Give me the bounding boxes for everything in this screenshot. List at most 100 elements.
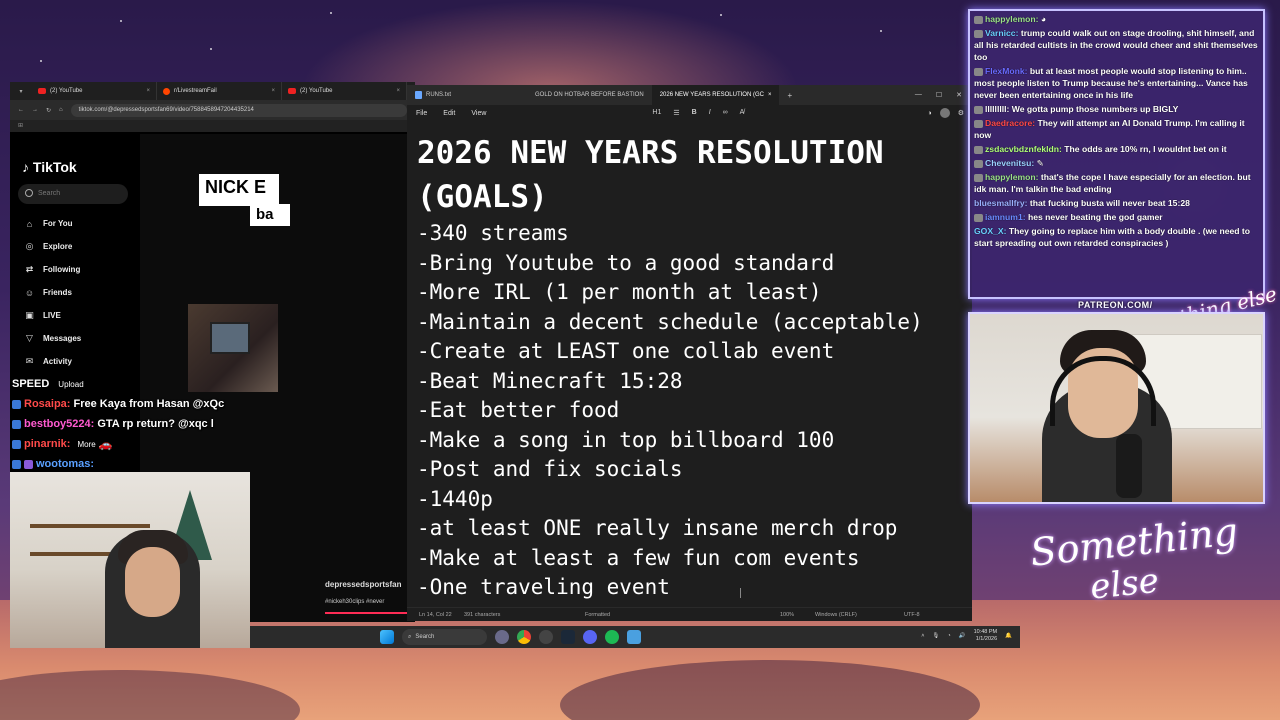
format-status: Formatted xyxy=(585,611,611,618)
back-icon[interactable]: ← xyxy=(18,107,24,113)
reload-icon[interactable]: ↻ xyxy=(46,107,51,114)
notepad-tab[interactable]: GOLD ON HOTBAR BEFORE BASTION xyxy=(527,85,652,105)
notepad-tab-active[interactable]: 2026 NEW YEARS RESOLUTION (GC × xyxy=(651,85,780,105)
browser-tab[interactable]: (2) YouTube × xyxy=(32,82,157,100)
header-text: SPEED xyxy=(12,378,50,390)
apps-icon[interactable]: ⊞ xyxy=(18,123,23,129)
star xyxy=(880,30,882,32)
settings-icon[interactable]: ⚙ xyxy=(958,109,964,117)
encoding[interactable]: UTF-8 xyxy=(904,612,920,618)
window-controls: — ☐ ✕ xyxy=(915,91,972,99)
nav-item-activity[interactable]: ✉ Activity xyxy=(24,350,81,373)
chat-user: lllllllll: xyxy=(985,104,1010,114)
line-ending[interactable]: Windows (CRLF) xyxy=(815,612,857,618)
video-username[interactable]: depressedsportsfan xyxy=(325,580,401,589)
chat-user: Rosaipa: xyxy=(24,398,71,410)
goal-line: -More IRL (1 per month at least) xyxy=(417,280,822,304)
close-icon[interactable]: × xyxy=(768,92,772,98)
messages-icon: ▽ xyxy=(26,333,33,343)
tab-menu-icon[interactable]: ▾ xyxy=(10,88,32,95)
zoom-level[interactable]: 100% xyxy=(780,612,794,618)
new-tab-button[interactable]: + xyxy=(779,91,800,100)
close-icon[interactable]: × xyxy=(396,88,400,94)
tiktok-upload-label[interactable]: Upload xyxy=(58,380,83,389)
italic-icon[interactable]: I xyxy=(709,109,711,117)
nav-item-following[interactable]: ⇄ Following xyxy=(24,258,81,281)
tiktok-more-label[interactable]: More xyxy=(77,440,95,449)
home-icon[interactable]: ⌂ xyxy=(59,107,63,113)
nav-item-for-you[interactable]: ⌂ For You xyxy=(24,212,81,235)
chevron-up-icon[interactable]: ˄ xyxy=(921,633,924,639)
copilot-icon[interactable]: ◑ xyxy=(927,110,931,117)
taskbar-search[interactable]: ⌕ Search xyxy=(402,629,487,645)
file-icon xyxy=(415,91,422,99)
chat-message: bestboy5224: GTA rp return? @xqc l xyxy=(12,414,262,434)
nav-label: LIVE xyxy=(43,311,61,320)
following-icon: ⇄ xyxy=(25,264,34,274)
windows-start-icon[interactable] xyxy=(380,630,394,644)
menu-edit[interactable]: Edit xyxy=(443,110,455,117)
nav-label: For You xyxy=(43,219,73,228)
network-icon[interactable]: ◔ xyxy=(947,633,950,639)
maximize-icon[interactable]: ☐ xyxy=(936,91,942,99)
mic-icon[interactable]: 🎙 xyxy=(932,633,939,639)
widgets-icon[interactable] xyxy=(495,630,509,644)
tab-label: RUNS.txt xyxy=(426,92,452,98)
badge-icon xyxy=(974,173,983,182)
chat-text: hes never beating the god gamer xyxy=(1027,212,1163,222)
badge-icon xyxy=(974,67,983,76)
forward-icon[interactable]: → xyxy=(32,107,38,113)
nav-label: Messages xyxy=(43,334,82,343)
close-icon[interactable]: × xyxy=(271,88,275,94)
clear-format-icon[interactable]: A̸ xyxy=(740,109,745,117)
text-cursor xyxy=(740,588,741,598)
clock[interactable]: 10:48 PM 1/1/2026 xyxy=(974,629,998,643)
chat-text: Free Kaya from Hasan @xQc xyxy=(73,398,225,410)
spotify-icon[interactable] xyxy=(605,630,619,644)
nav-item-messages[interactable]: ▽ Messages xyxy=(24,327,81,350)
browser-tab[interactable]: r/LivestreamFail × xyxy=(157,82,282,100)
notepad-window: RUNS.txt GOLD ON HOTBAR BEFORE BASTION 2… xyxy=(407,85,972,621)
browser-tab[interactable]: (2) YouTube × xyxy=(282,82,407,100)
list-icon[interactable]: ☰ xyxy=(673,109,679,117)
nav-item-explore[interactable]: ◎ Explore xyxy=(24,235,81,258)
volume-icon[interactable]: 🔊 xyxy=(959,633,966,639)
video-caption: NICK E xyxy=(199,174,279,206)
bold-icon[interactable]: B xyxy=(692,109,697,117)
notepad-icon[interactable] xyxy=(627,630,641,644)
chat-user: wootomas: xyxy=(36,458,95,470)
webcam-right xyxy=(968,312,1265,504)
nav-label: Following xyxy=(43,265,81,274)
notification-icon[interactable]: 🔔 xyxy=(1005,633,1012,639)
nav-label: Friends xyxy=(43,288,72,297)
chat-header: SPEED Upload xyxy=(12,374,262,394)
close-icon[interactable]: × xyxy=(146,88,150,94)
discord-icon[interactable] xyxy=(583,630,597,644)
obs-icon[interactable] xyxy=(539,630,553,644)
close-icon[interactable]: ✕ xyxy=(956,91,962,99)
video-hashtags[interactable]: #nickeh30clips #never xyxy=(325,599,384,605)
star xyxy=(40,60,42,62)
progress-bar[interactable] xyxy=(325,612,415,614)
badge-icon xyxy=(974,105,983,114)
tiktok-logo[interactable]: ♪ TikTok xyxy=(22,159,77,175)
badge-icon xyxy=(974,145,983,154)
nav-item-friends[interactable]: ☺ Friends xyxy=(24,281,81,304)
minimize-icon[interactable]: — xyxy=(915,91,922,99)
chrome-icon[interactable] xyxy=(517,630,531,644)
badge-icon xyxy=(12,439,21,449)
steam-icon[interactable] xyxy=(561,630,575,644)
goal-line: -Eat better food xyxy=(417,398,620,422)
notepad-tab[interactable]: RUNS.txt xyxy=(407,85,527,105)
goal-line: -Beat Minecraft 15:28 xyxy=(417,368,683,393)
emote-icon: ◕ xyxy=(1040,14,1047,24)
menu-view[interactable]: View xyxy=(471,110,486,117)
notepad-editor[interactable]: 2026 NEW YEARS RESOLUTION (GOALS) -340 s… xyxy=(417,131,972,603)
menu-file[interactable]: File xyxy=(416,110,427,117)
url-input[interactable]: tiktok.com/@depressedsportsfan69/video/7… xyxy=(70,103,407,117)
nav-item-live[interactable]: ▣ LIVE xyxy=(24,304,81,327)
link-icon[interactable]: ∞ xyxy=(723,109,728,117)
search-input[interactable]: Search xyxy=(18,184,128,204)
avatar[interactable] xyxy=(939,108,950,118)
heading-select[interactable]: H1 xyxy=(652,109,661,117)
